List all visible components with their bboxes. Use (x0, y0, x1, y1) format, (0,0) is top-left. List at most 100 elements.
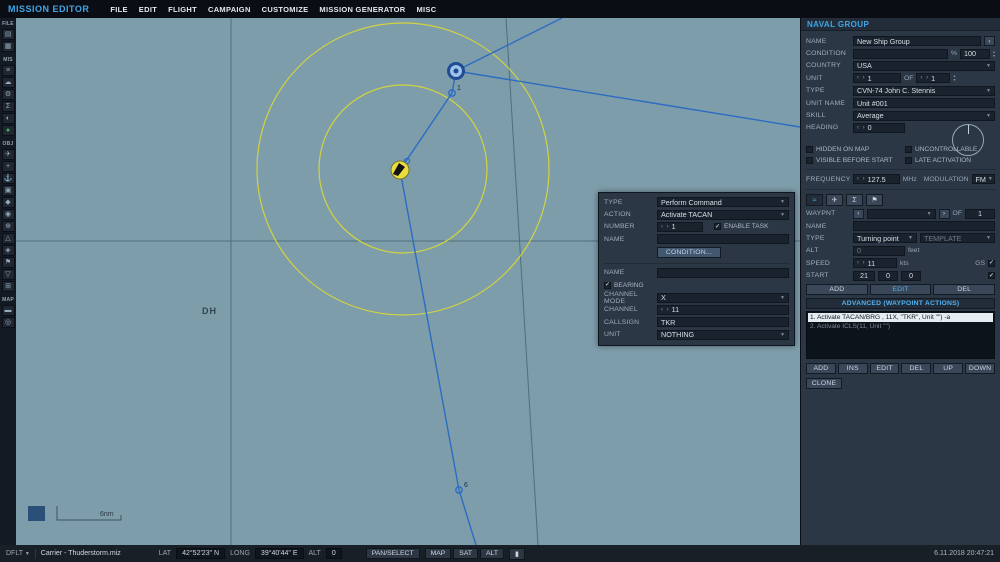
action-button[interactable]: DOWN (965, 362, 995, 374)
enable-task-checkbox[interactable] (714, 223, 721, 231)
airplane-icon[interactable]: ✈ (1, 149, 15, 160)
start-day-input[interactable]: 21 (853, 270, 875, 281)
view-mode-button[interactable]: ALT (480, 548, 504, 559)
bullseye-icon[interactable]: ◈ (1, 245, 15, 256)
visible-before-start-checkbox[interactable] (806, 157, 813, 165)
theatre-dropdown[interactable]: DFLT ▼ (6, 550, 30, 557)
alt-input[interactable]: 0 (853, 245, 905, 256)
open-mission-icon[interactable]: ▦ (1, 41, 15, 52)
speed-stepper[interactable]: ‹ › 11 (853, 258, 897, 269)
channel-mode-dropdown[interactable]: X ▼ (657, 292, 789, 303)
action-button[interactable]: EDIT (869, 362, 900, 374)
vehicle-icon[interactable]: ▣ (1, 185, 15, 196)
heading-stepper[interactable]: ‹ › 0 (853, 122, 905, 133)
unit-spinner[interactable]: ▴ ▾ (953, 74, 955, 82)
wp-add-button[interactable]: ADD (806, 283, 868, 295)
task-type-dropdown[interactable]: Perform Command ▼ (657, 197, 789, 208)
weather-icon[interactable]: ☁ (1, 77, 15, 88)
frequency-stepper[interactable]: ‹ › 127.5 (853, 174, 900, 185)
name-history-button[interactable]: ‹ (984, 36, 995, 47)
waypoint-action-item[interactable]: 2. Activate ICLS(11, Unit "") (808, 322, 993, 331)
param-name-input[interactable] (657, 267, 789, 278)
group-name-input[interactable]: New Ship Group (853, 36, 981, 47)
action-button[interactable]: UP (933, 362, 964, 374)
zone-icon[interactable]: ◉ (1, 209, 15, 220)
heading-dial[interactable] (952, 124, 984, 156)
late-activation-checkbox[interactable] (905, 157, 912, 165)
wp-edit-button[interactable]: EDIT (869, 283, 932, 295)
ship-icon[interactable]: ⚓ (1, 173, 15, 184)
unit-stepper[interactable]: ‹ › 1 (853, 73, 901, 84)
grid-icon[interactable]: ⊞ (1, 281, 15, 292)
carrier-unit-icon[interactable] (390, 160, 410, 180)
advanced-waypoint-actions-button[interactable]: ADVANCED (WAYPOINT ACTIONS) (806, 297, 995, 309)
map-options-icon[interactable]: ◎ (1, 317, 15, 328)
waypoint-action-item[interactable]: 1. Activate TACAN/BRG , 11X, "TKR", Unit… (808, 312, 993, 322)
unit-name-input[interactable]: Unit #001 (853, 98, 995, 109)
condition-button[interactable]: CONDITION... (657, 247, 721, 259)
menu-item[interactable]: CAMPAIGN (208, 5, 251, 14)
start-lock-checkbox[interactable] (988, 272, 995, 280)
task-number-stepper[interactable]: ‹ › 1 (657, 221, 703, 232)
goal-icon[interactable]: ● (1, 125, 15, 136)
wp-type-dropdown[interactable]: Turning point ▼ (853, 233, 917, 244)
warehouse-icon[interactable]: △ (1, 233, 15, 244)
options-icon[interactable]: ⚙ (1, 89, 15, 100)
summary-icon[interactable]: Σ (1, 101, 15, 112)
country-dropdown[interactable]: USA ▼ (853, 60, 995, 71)
marker-icon[interactable]: ▽ (1, 269, 15, 280)
action-button[interactable]: INS (837, 362, 868, 374)
modulation-dropdown[interactable]: FM ▼ (971, 174, 995, 185)
action-button[interactable]: ADD (806, 362, 836, 374)
new-mission-icon[interactable]: ▤ (1, 29, 15, 40)
condition-input[interactable] (853, 48, 948, 59)
menu-item[interactable]: FILE (110, 5, 127, 14)
channel-stepper[interactable]: ‹ › 11 (657, 304, 789, 315)
bearing-checkbox[interactable] (604, 281, 611, 289)
next-waypoint-button[interactable]: › (938, 208, 950, 219)
template-dropdown[interactable]: TEMPLATE ▼ (920, 233, 995, 244)
view-mode-button[interactable]: SAT (453, 548, 479, 559)
menu-item[interactable]: MISSION GENERATOR (319, 5, 405, 14)
naval-group-icon[interactable] (447, 62, 465, 80)
hidden-on-map-checkbox[interactable] (806, 146, 813, 154)
flag-icon[interactable]: ⚑ (1, 257, 15, 268)
task-name-input[interactable] (657, 234, 789, 245)
menu-item[interactable]: MISC (417, 5, 437, 14)
static-object-icon[interactable]: ◆ (1, 197, 15, 208)
ruler-icon[interactable]: ▬ (1, 305, 15, 316)
condition-spinner[interactable]: ▴ ▾ (993, 49, 995, 58)
menu-item[interactable]: FLIGHT (168, 5, 197, 14)
wp-del-button[interactable]: DEL (933, 283, 996, 295)
waypoint-actions-list[interactable]: 1. Activate TACAN/BRG , 11X, "TKR", Unit… (806, 310, 995, 359)
template-icon[interactable]: ⊕ (1, 221, 15, 232)
helicopter-icon[interactable]: + (1, 161, 15, 172)
menu-item[interactable]: CUSTOMIZE (262, 5, 309, 14)
view-mode-button[interactable]: MAP (424, 548, 452, 559)
pan-select-button[interactable]: PAN/SELECT (365, 548, 420, 559)
wp-name-input[interactable] (853, 221, 995, 232)
route-tab[interactable]: ≈ (806, 194, 823, 207)
action-button[interactable]: DEL (901, 362, 932, 374)
skill-dropdown[interactable]: Average ▼ (853, 110, 995, 121)
condition-value-input[interactable]: 100 (959, 48, 990, 59)
waypoint-dropdown[interactable]: ▼ (867, 208, 936, 219)
callsign-input[interactable]: TKR (657, 317, 789, 328)
task-unit-dropdown[interactable]: NOTHING ▼ (657, 329, 789, 340)
payload-tab[interactable]: ✈ (826, 194, 843, 207)
start-hour-input[interactable]: 0 (878, 270, 898, 281)
prev-waypoint-button[interactable]: ‹ (853, 208, 864, 219)
menu-item[interactable]: EDIT (139, 5, 157, 14)
briefing-icon[interactable]: ≡ (1, 65, 15, 76)
triggers-tab[interactable]: ⚑ (866, 194, 883, 207)
start-min-input[interactable]: 0 (901, 270, 921, 281)
time-icon[interactable]: ◐ (1, 113, 15, 124)
unit-total-stepper[interactable]: ‹ › 1 (916, 73, 951, 84)
uncontrollable-checkbox[interactable] (905, 146, 912, 154)
clone-button[interactable]: CLONE (806, 377, 842, 389)
ship-type-dropdown[interactable]: CVN-74 John C. Stennis ▼ (853, 85, 995, 96)
layers-icon[interactable]: ▮ (508, 547, 525, 560)
task-action-dropdown[interactable]: Activate TACAN ▼ (657, 209, 789, 220)
summary-tab[interactable]: Σ (846, 194, 863, 207)
gs-checkbox[interactable] (988, 259, 995, 267)
